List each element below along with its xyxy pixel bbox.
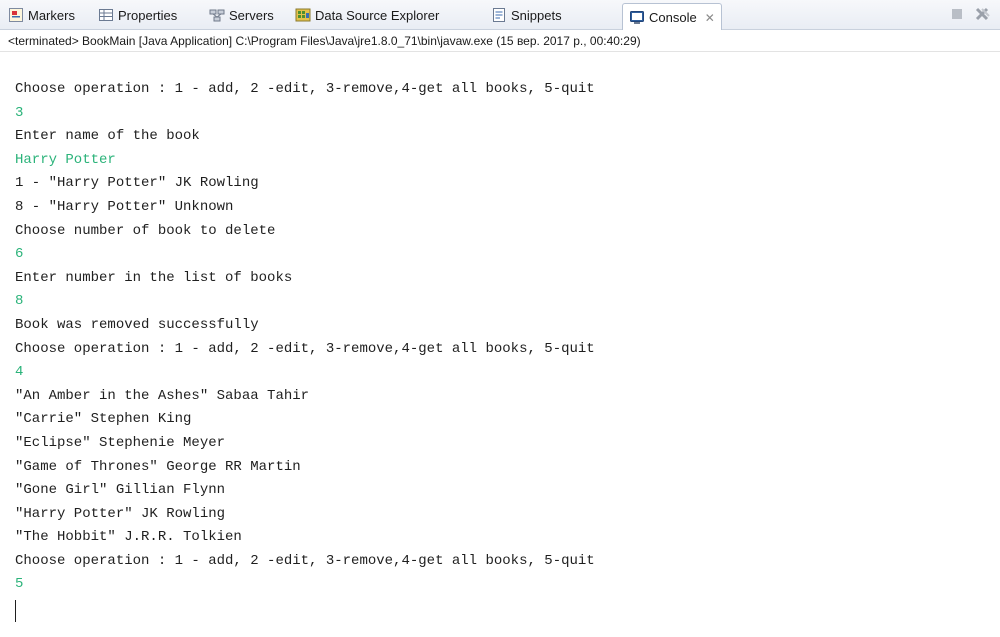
console-output-line: 8 - "Harry Potter" Unknown [15, 198, 234, 215]
console-output-line: Enter name of the book [15, 128, 200, 145]
close-tab-icon[interactable]: ✕ [705, 11, 715, 25]
tab-data-source-explorer[interactable]: Data Source Explorer [295, 4, 439, 26]
tab-label: Properties [118, 7, 178, 23]
console-output-line: 1 - "Harry Potter" JK Rowling [15, 175, 259, 192]
console-input-line: 5 [15, 576, 24, 593]
console-output-line: "Harry Potter" JK Rowling [15, 505, 226, 522]
console-output-line: Choose operation : 1 - add, 2 -edit, 3-r… [15, 340, 595, 357]
console-input-line: 3 [15, 104, 24, 121]
tab-markers[interactable]: Markers [8, 4, 75, 26]
console-input-line: Harry Potter [15, 151, 116, 168]
console-output-line: Choose number of book to delete [15, 222, 276, 239]
text-cursor [15, 600, 16, 622]
console-icon [629, 10, 645, 26]
view-tab-bar: Markers Properties Servers Data Source E… [0, 0, 1000, 31]
tab-servers[interactable]: Servers [209, 4, 274, 26]
console-output-line: "The Hobbit" J.R.R. Tolkien [15, 529, 242, 546]
markers-icon [8, 7, 24, 23]
console-output-line: "Eclipse" Stephenie Meyer [15, 434, 226, 451]
console-output-line: Choose operation : 1 - add, 2 -edit, 3-r… [15, 81, 595, 97]
tab-label: Servers [229, 7, 274, 23]
data-source-explorer-icon [295, 7, 311, 23]
console-output-line: "Gone Girl" Gillian Flynn [15, 482, 226, 499]
console-output-line: "Carrie" Stephen King [15, 411, 192, 428]
properties-icon [98, 7, 114, 23]
tab-label: Snippets [511, 7, 562, 23]
tab-properties[interactable]: Properties [98, 4, 177, 26]
console-input-line: 8 [15, 293, 24, 310]
tab-snippets[interactable]: Snippets [491, 4, 562, 26]
tab-label: Console [649, 10, 697, 25]
console-output-line: "Game of Thrones" George RR Martin [15, 458, 301, 475]
console-process-header: <terminated> BookMain [Java Application]… [0, 30, 1000, 52]
console-output-line: Enter number in the list of books [15, 269, 293, 286]
console-input-line: 6 [15, 246, 24, 263]
tab-label: Markers [28, 7, 75, 23]
console-output-line: "An Amber in the Ashes" Sabaa Tahir [15, 387, 310, 404]
remove-launch-icon[interactable] [974, 6, 990, 22]
snippets-icon [491, 7, 507, 23]
console-output-line: Book was removed successfully [15, 316, 259, 333]
console-input-line: 4 [15, 364, 24, 381]
console-output-line: Choose operation : 1 - add, 2 -edit, 3-r… [15, 552, 595, 569]
terminate-icon[interactable] [949, 6, 965, 22]
tab-label: Data Source Explorer [315, 7, 440, 23]
tab-console[interactable]: Console ✕ [622, 3, 722, 31]
console-output[interactable]: Choose operation : 1 - add, 2 -edit, 3-r… [15, 78, 595, 597]
servers-icon [209, 7, 225, 23]
